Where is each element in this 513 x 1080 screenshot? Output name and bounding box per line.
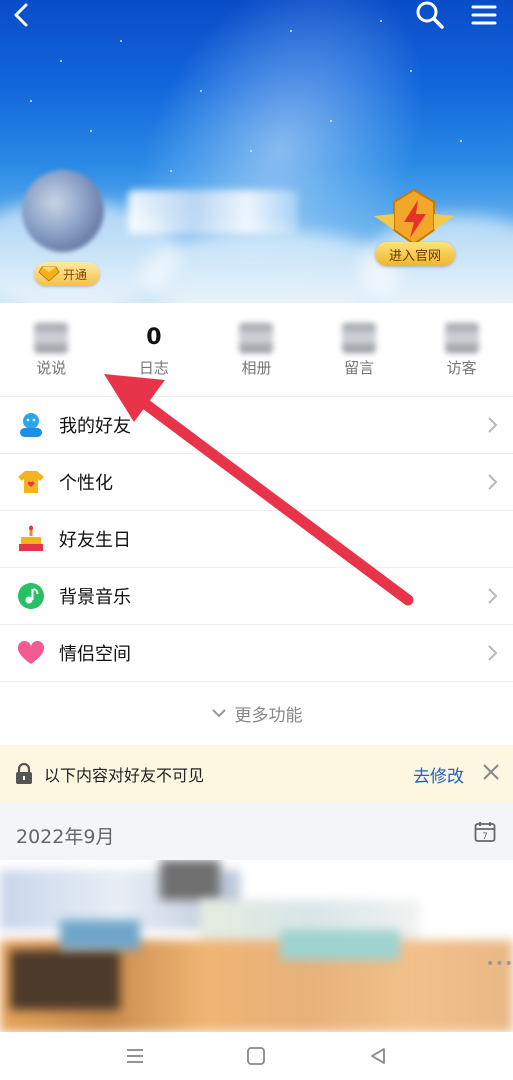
search-icon[interactable] bbox=[414, 0, 446, 30]
stat-visitors[interactable]: 访客 bbox=[410, 303, 513, 396]
feed-post-blurred[interactable]: ••• bbox=[0, 860, 513, 1032]
home-icon[interactable] bbox=[242, 1042, 270, 1070]
stat-label: 访客 bbox=[446, 359, 477, 377]
friends-icon bbox=[16, 410, 46, 440]
more-features-button[interactable]: 更多功能 bbox=[0, 682, 513, 744]
menu-item-label: 我的好友 bbox=[59, 416, 131, 437]
stat-album[interactable]: 相册 bbox=[205, 303, 308, 396]
stat-messages[interactable]: 留言 bbox=[308, 303, 411, 396]
system-navigation-bar bbox=[0, 1032, 513, 1080]
menu-item-friends[interactable]: 我的好友 bbox=[0, 397, 513, 454]
post-more-button[interactable]: ••• bbox=[486, 956, 513, 972]
feed-month-header: 2022年9月 bbox=[16, 826, 115, 848]
feed-section: 2022年9月 7 ••• bbox=[0, 802, 513, 1032]
menu-item-label: 背景音乐 bbox=[59, 587, 131, 608]
chevron-right-icon bbox=[488, 588, 498, 604]
privacy-edit-link[interactable]: 去修改 bbox=[413, 762, 464, 787]
stat-label: 说说 bbox=[36, 359, 67, 377]
menu-item-label: 情侣空间 bbox=[59, 644, 131, 665]
privacy-notice-text: 以下内容对好友不可见 bbox=[44, 765, 205, 785]
stat-label: 留言 bbox=[344, 359, 375, 377]
menu-icon[interactable] bbox=[468, 0, 500, 30]
feature-menu: 我的好友 个性化 好友生日 背景音乐 情侣空间 更多功能 bbox=[0, 397, 513, 744]
menu-item-personalize[interactable]: 个性化 bbox=[0, 454, 513, 511]
close-icon[interactable] bbox=[481, 762, 501, 782]
profile-header: 开通 进入官网 bbox=[0, 0, 513, 303]
svg-text:7: 7 bbox=[482, 832, 488, 842]
official-site-button[interactable]: 进入官网 bbox=[375, 242, 455, 266]
more-features-label: 更多功能 bbox=[234, 705, 303, 726]
tshirt-icon bbox=[16, 467, 46, 497]
stat-value-blurred bbox=[34, 323, 69, 353]
cake-icon bbox=[16, 524, 46, 554]
chevron-right-icon bbox=[488, 645, 498, 661]
vip-open-label: 开通 bbox=[63, 267, 88, 282]
stat-value-blurred bbox=[444, 323, 479, 353]
stat-shuoshuo[interactable]: 说说 bbox=[0, 303, 103, 396]
chevron-right-icon bbox=[488, 417, 498, 433]
menu-item-label: 个性化 bbox=[59, 473, 113, 494]
menu-item-birthdays[interactable]: 好友生日 bbox=[0, 511, 513, 568]
stat-value: 0 bbox=[146, 325, 162, 350]
stat-value-blurred bbox=[342, 323, 377, 353]
stat-label: 相册 bbox=[241, 359, 272, 377]
back-nav-icon[interactable] bbox=[364, 1042, 392, 1070]
chevron-down-icon bbox=[211, 709, 226, 718]
stat-blog[interactable]: 0 日志 bbox=[103, 303, 206, 396]
stats-bar: 说说 0 日志 相册 留言 访客 bbox=[0, 303, 513, 397]
avatar[interactable] bbox=[22, 170, 104, 252]
heart-icon bbox=[16, 638, 46, 668]
privacy-notice-bar: 以下内容对好友不可见 去修改 bbox=[0, 745, 513, 802]
stat-value-blurred bbox=[239, 323, 274, 353]
back-icon[interactable] bbox=[8, 0, 34, 30]
menu-item-background-music[interactable]: 背景音乐 bbox=[0, 568, 513, 625]
vip-open-button[interactable]: 开通 bbox=[34, 262, 100, 286]
nickname-blurred bbox=[128, 190, 298, 234]
menu-item-couple-space[interactable]: 情侣空间 bbox=[0, 625, 513, 682]
calendar-icon[interactable]: 7 bbox=[474, 821, 496, 843]
stat-label: 日志 bbox=[138, 359, 169, 377]
lock-icon bbox=[16, 762, 32, 784]
chevron-right-icon bbox=[488, 474, 498, 490]
diamond-icon bbox=[38, 266, 60, 282]
qzone-profile-page: 开通 进入官网 说说 0 日志 相册 留言 访客 我的好友 个性化 好友生日 背… bbox=[0, 0, 513, 1080]
recent-apps-icon[interactable] bbox=[121, 1042, 149, 1070]
menu-item-label: 好友生日 bbox=[59, 530, 131, 551]
music-icon bbox=[16, 581, 46, 611]
